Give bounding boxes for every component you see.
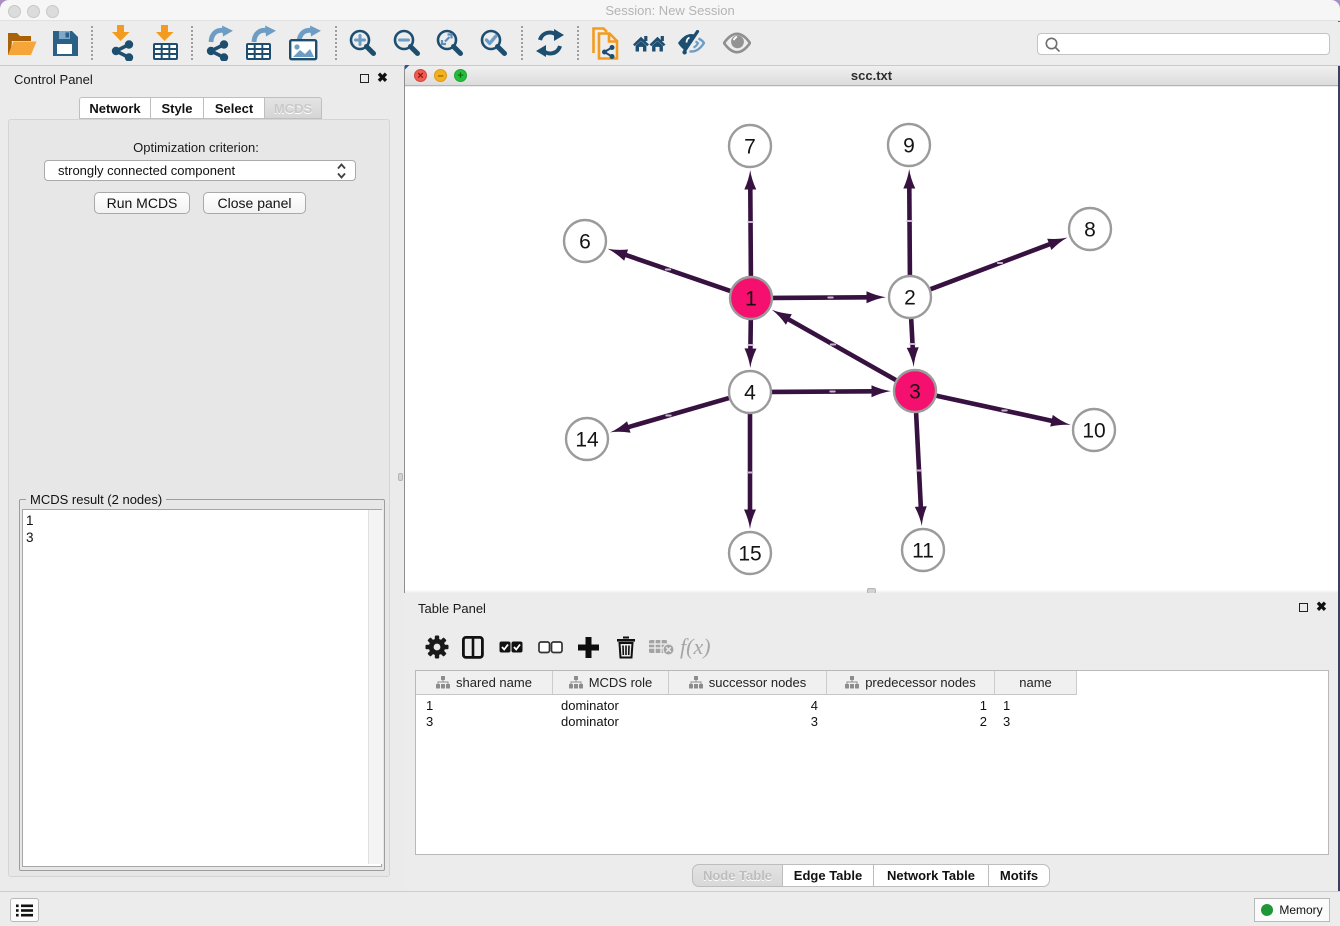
svg-text:8: 8 xyxy=(1084,219,1096,242)
svg-text:3: 3 xyxy=(909,381,921,404)
svg-text:11: 11 xyxy=(912,540,934,563)
svg-text:15: 15 xyxy=(738,543,761,566)
svg-text:7: 7 xyxy=(744,136,756,159)
svg-text:14: 14 xyxy=(575,429,599,452)
svg-text:9: 9 xyxy=(903,135,915,158)
svg-text:4: 4 xyxy=(744,382,756,405)
svg-text:10: 10 xyxy=(1082,420,1105,443)
svg-text:6: 6 xyxy=(579,231,591,254)
svg-text:1: 1 xyxy=(745,288,757,311)
svg-text:2: 2 xyxy=(904,287,916,310)
